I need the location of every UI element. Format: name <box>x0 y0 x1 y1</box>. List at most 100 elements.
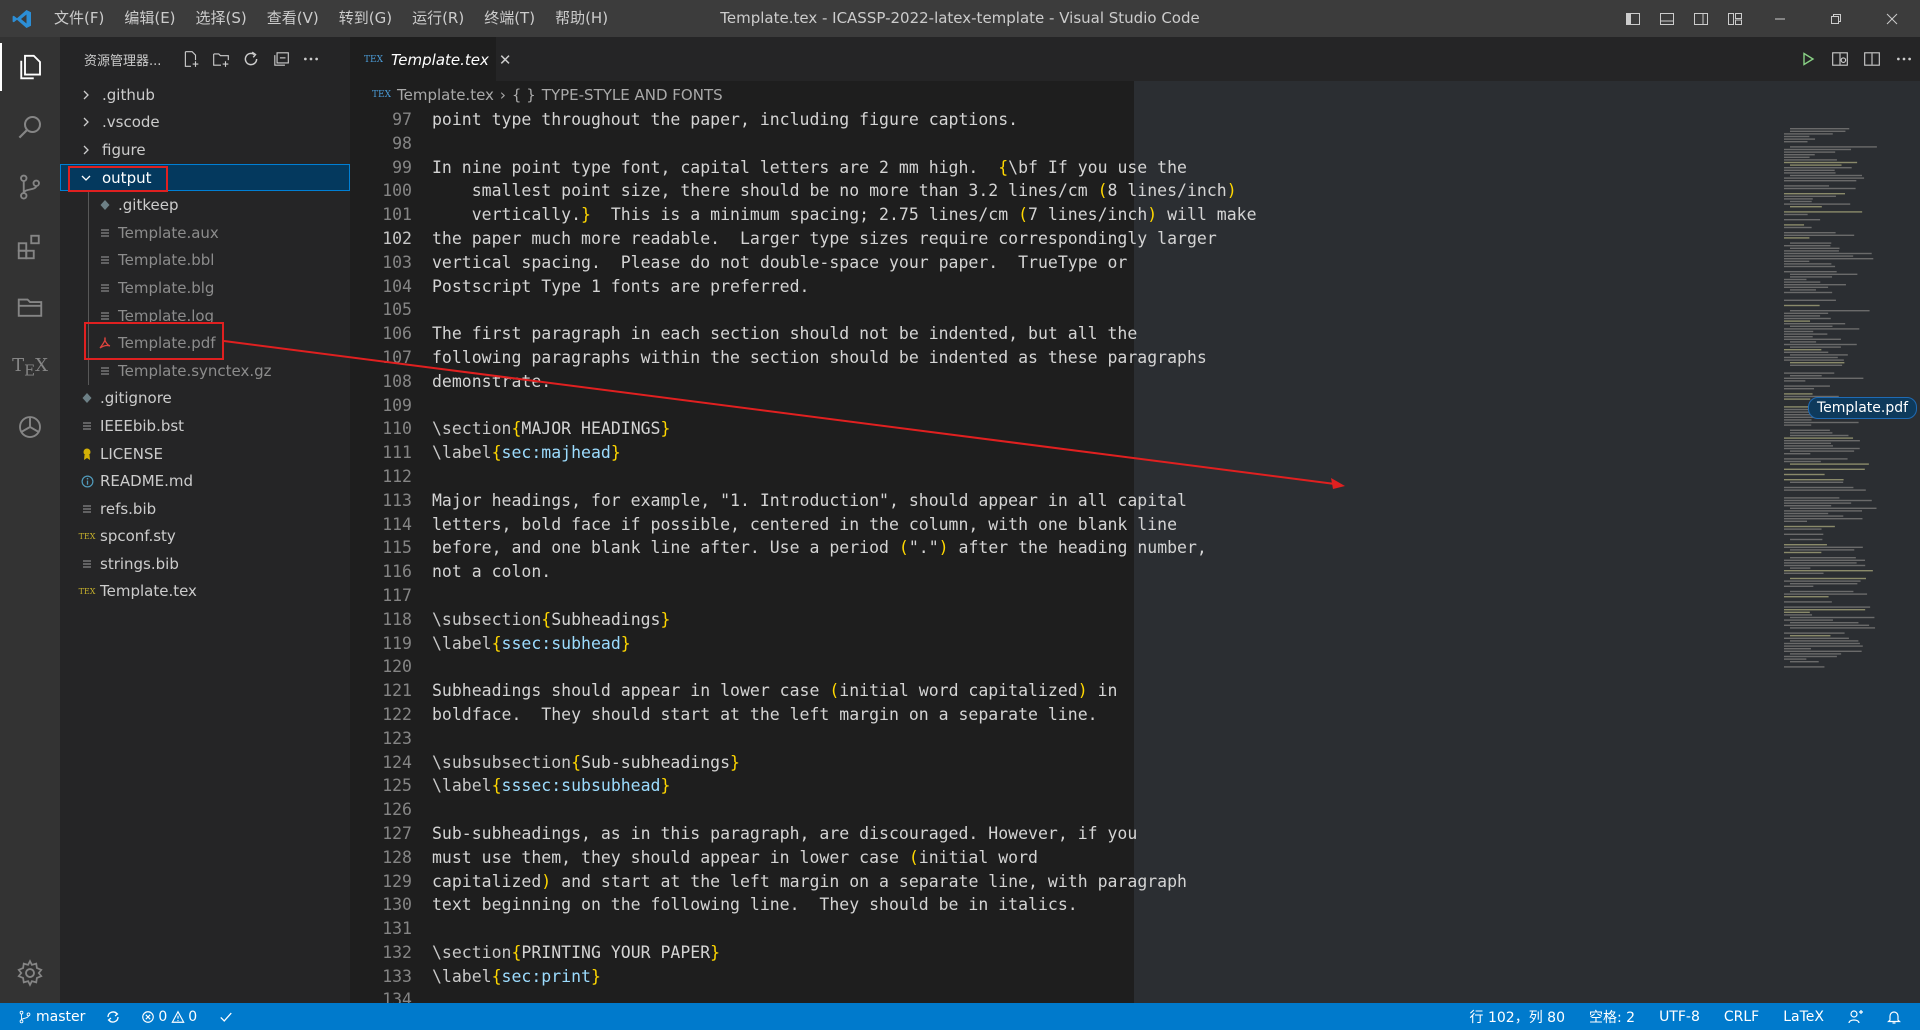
tree-file[interactable]: Template.aux <box>60 218 350 247</box>
folder-icon[interactable] <box>0 277 60 337</box>
editor-more-icon[interactable] <box>1888 43 1920 75</box>
notifications-icon[interactable] <box>1876 1003 1920 1030</box>
code-line[interactable]: Postscript Type 1 fonts are preferred. <box>432 275 1257 299</box>
menu-item[interactable]: 查看(V) <box>257 0 329 37</box>
code-line[interactable]: before, and one blank line after. Use a … <box>432 536 1257 560</box>
menu-item[interactable]: 终端(T) <box>474 0 545 37</box>
code-line[interactable]: vertical spacing. Please do not double-s… <box>432 251 1257 275</box>
tree-folder[interactable]: .vscode <box>60 109 350 137</box>
restore-button[interactable] <box>1808 0 1864 37</box>
tree-file[interactable]: .gitkeep <box>60 191 350 219</box>
code-line[interactable] <box>432 655 1257 679</box>
code-line[interactable]: \subsubsection{Sub-subheadings} <box>432 751 1257 775</box>
code-line[interactable]: vertically.} This is a minimum spacing; … <box>432 203 1257 227</box>
sync-icon[interactable] <box>93 1003 133 1030</box>
tex-icon[interactable]: TEX <box>0 337 60 397</box>
code-line[interactable] <box>432 394 1257 418</box>
search-icon[interactable] <box>0 97 60 157</box>
collapse-all-icon[interactable] <box>266 44 296 74</box>
new-file-icon[interactable] <box>176 44 206 74</box>
new-folder-icon[interactable] <box>206 44 236 74</box>
code-line[interactable]: following paragraphs within the section … <box>432 346 1257 370</box>
code-editor[interactable]: 97 98 99 100 101 102 103 104 105 106 107 108 109 110 1… <box>350 108 1920 1003</box>
menu-item[interactable]: 编辑(E) <box>114 0 185 37</box>
code-line[interactable]: The first paragraph in each section shou… <box>432 322 1257 346</box>
settings-gear-icon[interactable] <box>0 943 60 1003</box>
code-line[interactable]: Major headings, for example, "1. Introdu… <box>432 489 1257 513</box>
code-line[interactable]: \label{sec:print} <box>432 965 1257 989</box>
tree-folder[interactable]: figure <box>60 136 350 164</box>
code-line[interactable]: \subsection{Subheadings} <box>432 608 1257 632</box>
tree-file[interactable]: Template.bbl <box>60 246 350 275</box>
refresh-icon[interactable] <box>236 44 266 74</box>
code-line[interactable] <box>432 988 1257 1003</box>
explorer-icon[interactable] <box>0 37 60 97</box>
menu-item[interactable]: 运行(R) <box>402 0 474 37</box>
tree-file[interactable]: TEX Template.tex <box>60 578 350 606</box>
problems-item[interactable]: 0 0 <box>133 1003 205 1030</box>
code-line[interactable] <box>432 798 1257 822</box>
menu-item[interactable]: 帮助(H) <box>545 0 618 37</box>
code-line[interactable] <box>432 465 1257 489</box>
source-control-icon[interactable] <box>0 157 60 217</box>
encoding[interactable]: UTF-8 <box>1647 1003 1712 1030</box>
code-line[interactable]: point type throughout the paper, includi… <box>432 108 1257 132</box>
code-line[interactable]: \label{ssec:subhead} <box>432 632 1257 656</box>
code-line[interactable]: the paper much more readable. Larger typ… <box>432 227 1257 251</box>
minimap[interactable] <box>1784 108 1884 668</box>
language-mode[interactable]: LaTeX <box>1771 1003 1836 1030</box>
code-line[interactable] <box>432 132 1257 156</box>
close-button[interactable] <box>1864 0 1920 37</box>
split-editor-icon[interactable] <box>1856 43 1888 75</box>
menu-item[interactable]: 转到(G) <box>329 0 402 37</box>
code-line[interactable]: capitalized) and start at the left margi… <box>432 870 1257 894</box>
code-lines[interactable]: point type throughout the paper, includi… <box>432 108 1257 1003</box>
minimize-button[interactable] <box>1752 0 1808 37</box>
check-icon[interactable] <box>205 1003 247 1030</box>
vertical-scrollbar[interactable] <box>1906 81 1920 1003</box>
tree-folder[interactable]: .github <box>60 81 350 109</box>
code-line[interactable]: demonstrate. <box>432 370 1257 394</box>
code-line[interactable]: text beginning on the following line. Th… <box>432 893 1257 917</box>
breadcrumb-file[interactable]: Template.tex <box>397 86 494 104</box>
tree-file[interactable]: Template.synctex.gz <box>60 356 350 385</box>
code-line[interactable] <box>432 584 1257 608</box>
code-line[interactable] <box>432 298 1257 322</box>
tab-template-tex[interactable]: TEX Template.tex ✕ <box>350 37 511 81</box>
chatgpt-icon[interactable] <box>0 397 60 457</box>
code-line[interactable]: not a colon. <box>432 560 1257 584</box>
code-line[interactable]: \label{sssec:subsubhead} <box>432 774 1257 798</box>
extensions-icon[interactable] <box>0 217 60 277</box>
close-icon[interactable]: ✕ <box>499 51 512 69</box>
tree-file[interactable]: Template.blg <box>60 274 350 302</box>
code-line[interactable]: \label{sec:majhead} <box>432 441 1257 465</box>
more-actions-icon[interactable] <box>296 44 326 74</box>
code-line[interactable]: \section{PRINTING YOUR PAPER} <box>432 941 1257 965</box>
customize-layout-icon[interactable] <box>1718 0 1752 37</box>
branch-item[interactable]: master <box>0 1003 93 1030</box>
menu-item[interactable]: 选择(S) <box>186 0 257 37</box>
toggle-panel-icon[interactable] <box>1650 0 1684 37</box>
preview-icon[interactable] <box>1824 43 1856 75</box>
code-line[interactable]: letters, bold face if possible, centered… <box>432 513 1257 537</box>
tree-file[interactable]: refs.bib <box>60 495 350 523</box>
menu-item[interactable]: 文件(F) <box>44 0 114 37</box>
code-line[interactable] <box>432 727 1257 751</box>
toggle-sidebar-icon[interactable] <box>1616 0 1650 37</box>
tree-file[interactable]: LICENSE <box>60 440 350 468</box>
tree-file[interactable]: IEEEbib.bst <box>60 412 350 440</box>
cursor-position[interactable]: 行 102，列 80 <box>1458 1003 1577 1030</box>
code-line[interactable]: Subheadings should appear in lower case … <box>432 679 1257 703</box>
tree-file[interactable]: .gitignore <box>60 385 350 413</box>
end-of-line[interactable]: CRLF <box>1712 1003 1771 1030</box>
code-line[interactable]: boldface. They should start at the left … <box>432 703 1257 727</box>
feedback-icon[interactable] <box>1836 1003 1876 1030</box>
tree-file[interactable]: TEX spconf.sty <box>60 523 350 551</box>
code-line[interactable] <box>432 917 1257 941</box>
code-line[interactable]: In nine point type font, capital letters… <box>432 156 1257 180</box>
run-icon[interactable] <box>1792 43 1824 75</box>
code-line[interactable]: smallest point size, there should be no … <box>432 179 1257 203</box>
breadcrumb-symbol[interactable]: TYPE-STYLE AND FONTS <box>542 86 723 104</box>
toggle-secondary-sidebar-icon[interactable] <box>1684 0 1718 37</box>
code-line[interactable]: \section{MAJOR HEADINGS} <box>432 417 1257 441</box>
